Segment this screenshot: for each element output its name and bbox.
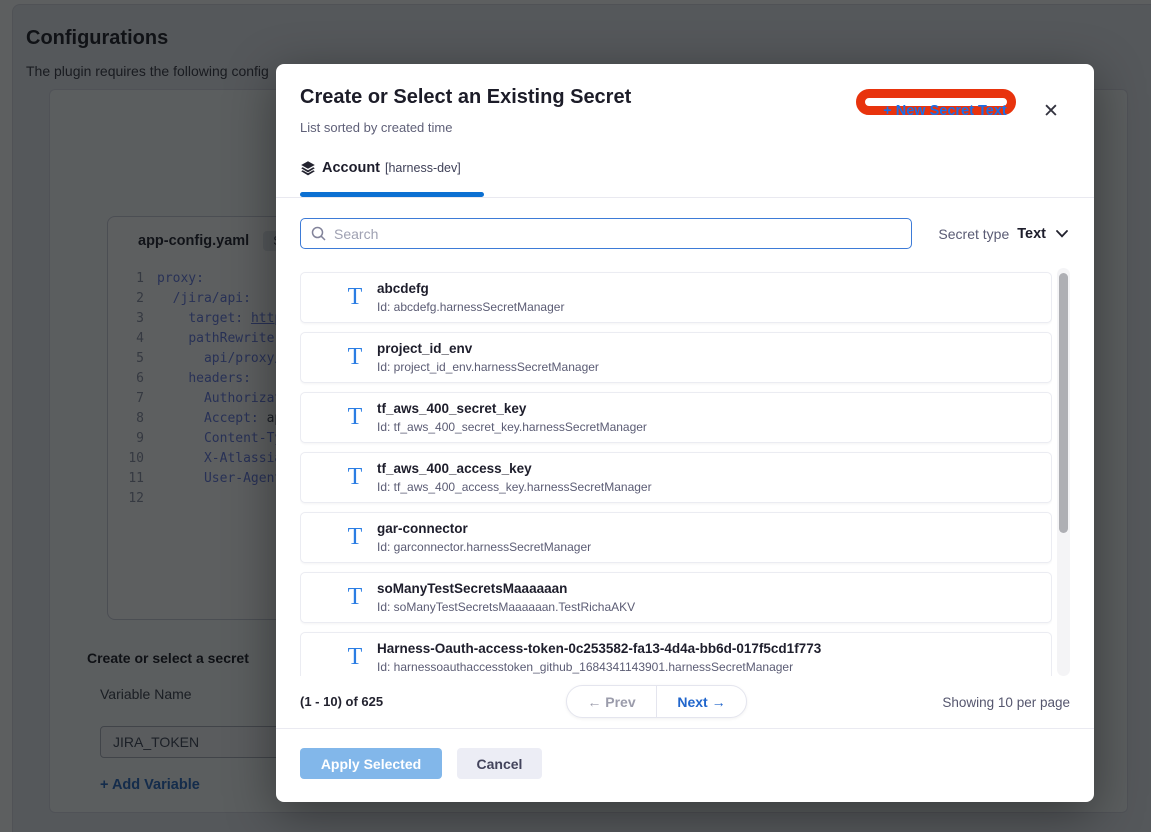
list-scrollbar[interactable] bbox=[1057, 268, 1070, 676]
search-box bbox=[300, 218, 912, 249]
modal-subtitle: List sorted by created time bbox=[300, 120, 452, 135]
secret-id: Id: garconnector.harnessSecretManager bbox=[377, 540, 591, 554]
tab-account-label: Account bbox=[322, 160, 380, 176]
secret-id: Id: abcdefg.harnessSecretManager bbox=[377, 300, 564, 314]
secret-name: soManyTestSecretsMaaaaaan bbox=[377, 581, 567, 596]
text-secret-icon: T bbox=[345, 524, 365, 550]
secret-list-item[interactable]: Tgar-connector Id: garconnector.harnessSe… bbox=[300, 512, 1052, 563]
secret-type-dropdown[interactable]: Secret type Text bbox=[938, 218, 1068, 249]
text-secret-icon: T bbox=[345, 404, 365, 430]
secret-list: Tabcdefg Id: abcdefg.harnessSecretManager… bbox=[300, 268, 1052, 676]
tab-account[interactable]: Account [harness-dev] bbox=[300, 160, 461, 176]
chevron-down-icon bbox=[1056, 230, 1068, 238]
apply-selected-button[interactable]: Apply Selected bbox=[300, 748, 442, 779]
secret-name: Harness-Oauth-access-token-0c253582-fa13… bbox=[377, 641, 821, 656]
text-secret-icon: T bbox=[345, 644, 365, 670]
secret-list-item[interactable]: Tproject_id_env Id: project_id_env.harnes… bbox=[300, 332, 1052, 383]
secret-id: Id: project_id_env.harnessSecretManager bbox=[377, 360, 599, 374]
secret-id: Id: harnessoauthaccesstoken_github_16843… bbox=[377, 660, 793, 674]
secret-id: Id: tf_aws_400_access_key.harnessSecretM… bbox=[377, 480, 652, 494]
close-icon[interactable]: ✕ bbox=[1038, 98, 1064, 124]
secret-list-item[interactable]: Ttf_aws_400_access_key Id: tf_aws_400_acc… bbox=[300, 452, 1052, 503]
secret-name: tf_aws_400_access_key bbox=[377, 461, 532, 476]
secret-list-item[interactable]: Ttf_aws_400_secret_key Id: tf_aws_400_sec… bbox=[300, 392, 1052, 443]
secret-id: Id: soManyTestSecretsMaaaaaan.TestRichaA… bbox=[377, 600, 635, 614]
select-secret-modal: Create or Select an Existing Secret List… bbox=[276, 64, 1094, 802]
next-page-button[interactable]: Next → bbox=[657, 686, 746, 717]
text-secret-icon: T bbox=[345, 344, 365, 370]
text-secret-icon: T bbox=[345, 464, 365, 490]
secret-list-item[interactable]: T Harness-Oauth-access-token-0c253582-fa1… bbox=[300, 632, 1052, 676]
secret-name: tf_aws_400_secret_key bbox=[377, 401, 526, 416]
modal-title: Create or Select an Existing Secret bbox=[300, 86, 631, 109]
list-scrollbar-thumb[interactable] bbox=[1059, 273, 1068, 533]
secret-name: project_id_env bbox=[377, 341, 472, 356]
secret-name: abcdefg bbox=[377, 281, 429, 296]
layers-icon bbox=[300, 160, 316, 176]
footer-divider bbox=[276, 728, 1094, 729]
secret-type-value: Text bbox=[1017, 226, 1046, 242]
per-page-label: Showing 10 per page bbox=[942, 695, 1070, 710]
pagination-range: (1 - 10) of 625 bbox=[300, 694, 383, 709]
cancel-button[interactable]: Cancel bbox=[457, 748, 542, 779]
secret-type-label: Secret type bbox=[938, 226, 1009, 242]
new-secret-text-button[interactable]: + New Secret Text bbox=[863, 97, 1027, 125]
pagination-controls: ← Prev Next → bbox=[566, 685, 747, 718]
secret-list-item[interactable]: TsoManyTestSecretsMaaaaaan Id: soManyTest… bbox=[300, 572, 1052, 623]
search-input[interactable] bbox=[334, 226, 911, 242]
text-secret-icon: T bbox=[345, 584, 365, 610]
tab-account-scope: [harness-dev] bbox=[385, 161, 461, 175]
search-icon bbox=[311, 226, 326, 241]
tab-bar-divider bbox=[276, 197, 1094, 198]
secret-id: Id: tf_aws_400_secret_key.harnessSecretM… bbox=[377, 420, 647, 434]
text-secret-icon: T bbox=[345, 284, 365, 310]
secret-name: gar-connector bbox=[377, 521, 468, 536]
prev-page-button[interactable]: ← Prev bbox=[567, 686, 657, 717]
secret-list-item[interactable]: Tabcdefg Id: abcdefg.harnessSecretManager bbox=[300, 272, 1052, 323]
